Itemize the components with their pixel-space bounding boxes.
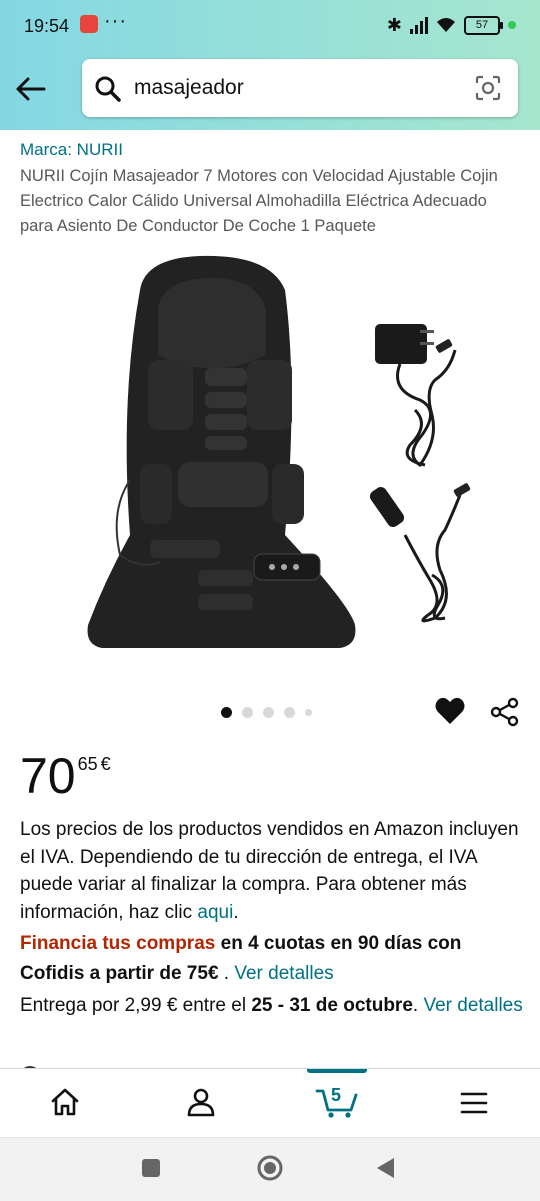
price-fraction: 65 (77, 754, 98, 774)
image-carousel-dots[interactable] (221, 707, 312, 718)
brand-link[interactable]: Marca: NURII (20, 140, 123, 160)
system-nav-bar (0, 1137, 540, 1201)
status-icons: ✱ 57 (387, 15, 516, 35)
status-time: 19:54 (24, 16, 70, 36)
recent-apps-icon[interactable] (141, 1158, 161, 1178)
battery-icon: 57 (464, 15, 503, 35)
bluetooth-icon: ✱ (386, 14, 402, 35)
back-button[interactable] (14, 72, 48, 106)
price-currency: € (100, 754, 111, 774)
share-icon[interactable] (490, 697, 520, 727)
price-whole: 70 (20, 748, 76, 804)
status-bar: 19:54 ··· ✱ 57 (0, 0, 540, 50)
arrow-left-icon (16, 77, 46, 101)
wifi-icon (437, 18, 455, 32)
camera-search-icon[interactable] (474, 74, 502, 102)
home-icon[interactable] (50, 1087, 80, 1117)
vat-end: . (233, 901, 239, 923)
carousel-dot[interactable] (305, 709, 312, 716)
delivery-dates: 25 - 31 de octubre (251, 995, 413, 1016)
product-image[interactable] (60, 250, 500, 670)
shopping-app-icon (80, 15, 98, 33)
heart-icon[interactable] (434, 696, 466, 726)
product-title: NURII Cojín Masajeador 7 Motores con Vel… (20, 167, 498, 235)
vat-text: Los precios de los productos vendidos en… (20, 819, 519, 923)
delivery-prefix: Entrega por 2,99 € entre el (20, 995, 252, 1016)
search-input[interactable]: masajeador (134, 76, 244, 100)
home-button-icon[interactable] (256, 1154, 284, 1182)
carousel-dot[interactable] (284, 707, 295, 718)
price: 70 65 € (20, 748, 111, 804)
delivery-details-link[interactable]: Ver detalles (423, 995, 522, 1016)
search-icon (95, 76, 121, 102)
financing-offer: Financia tus compras en 4 cuotas en 90 d… (20, 929, 530, 989)
bottom-nav (0, 1068, 540, 1137)
financing-separator: . (218, 963, 235, 984)
financing-details-link[interactable]: Ver detalles (234, 963, 333, 984)
carousel-dot[interactable] (263, 707, 274, 718)
vat-notice: Los precios de los productos vendidos en… (20, 816, 520, 926)
delivery-info: Entrega por 2,99 € entre el 25 - 31 de o… (20, 992, 525, 1020)
menu-icon[interactable] (460, 1091, 488, 1115)
vat-info-link[interactable]: aqui (197, 902, 233, 923)
active-indicator-icon (508, 21, 516, 29)
delivery-suffix: . (412, 995, 424, 1016)
active-tab-indicator (307, 1069, 367, 1073)
back-nav-icon[interactable] (374, 1156, 396, 1180)
account-icon[interactable] (186, 1087, 216, 1117)
signal-icon (410, 16, 428, 34)
more-notifications-icon: ··· (104, 10, 127, 32)
header: 19:54 ··· ✱ 57 masajeador (0, 0, 540, 130)
carousel-dot[interactable] (221, 707, 232, 718)
cart-count: 5 (331, 1085, 342, 1105)
search-bar[interactable]: masajeador (82, 59, 518, 117)
carousel-dot[interactable] (242, 707, 253, 718)
financing-highlight[interactable]: Financia tus compras (20, 933, 215, 954)
